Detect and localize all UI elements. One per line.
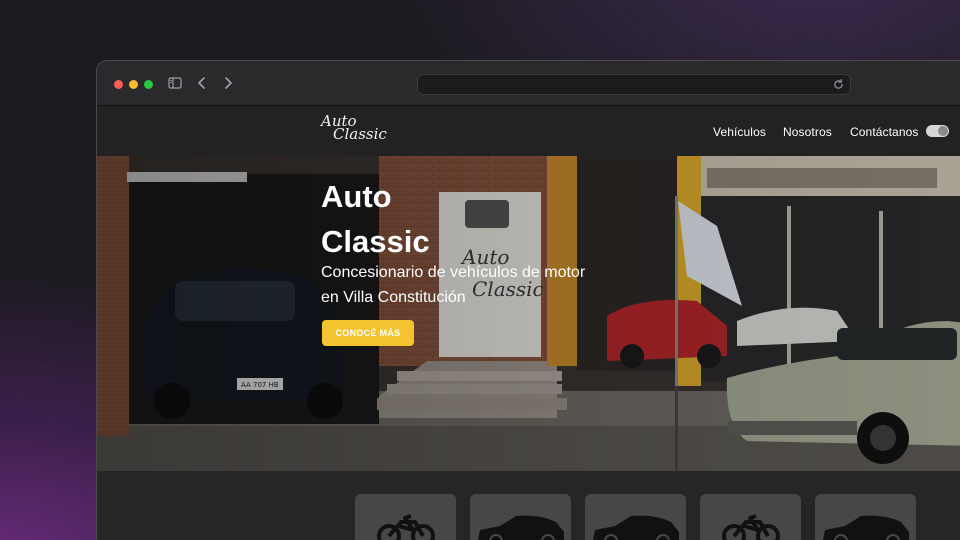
hatchback-car-icon (478, 515, 564, 540)
close-window-button[interactable] (114, 80, 123, 89)
hero-banner: Auto Classic Concesionario de vehículos … (97, 156, 960, 471)
conoce-mas-button[interactable]: CONOCÉ MÁS (322, 320, 414, 346)
toggle-switch-icon (938, 126, 948, 136)
motorcycle-icon (377, 514, 435, 540)
hero-title-line-2: Classic (321, 224, 430, 259)
web-page: Auto Classic Vehículos Nosotros Contácta… (97, 106, 960, 540)
hatchback-car-icon (823, 515, 909, 540)
category-card-motorcycle[interactable] (700, 494, 801, 540)
maximize-window-button[interactable] (144, 80, 153, 89)
hero-subtitle-line-2: en Villa Constitución (321, 289, 466, 306)
nav-link-vehiculos[interactable]: Vehículos (713, 125, 766, 139)
back-icon[interactable] (194, 75, 212, 93)
hero-title: Auto Classic (321, 174, 441, 264)
hero-subtitle-line-1: Concesionario de vehículos de motor (321, 264, 586, 281)
nav-link-contactanos[interactable]: Contáctanos (850, 125, 918, 139)
category-card-car[interactable] (585, 494, 686, 540)
hero-background-image: Auto Classic (97, 156, 960, 471)
site-navbar: Auto Classic Vehículos Nosotros Contácta… (97, 106, 960, 156)
address-bar[interactable] (417, 74, 851, 95)
browser-titlebar (97, 61, 960, 106)
category-card-car[interactable] (470, 494, 571, 540)
browser-window: Auto Classic Vehículos Nosotros Contácta… (96, 60, 960, 540)
category-card-motorcycle[interactable] (355, 494, 456, 540)
category-card-car[interactable] (815, 494, 916, 540)
motorcycle-icon (722, 514, 780, 540)
sidebar-icon[interactable] (167, 75, 185, 93)
minimize-window-button[interactable] (129, 80, 138, 89)
vehicle-category-list (97, 494, 960, 540)
forward-icon[interactable] (220, 75, 238, 93)
nav-link-nosotros[interactable]: Nosotros (783, 125, 832, 139)
reload-icon[interactable] (832, 78, 845, 91)
site-logo[interactable]: Auto Classic (321, 114, 391, 147)
hatchback-car-icon (593, 515, 679, 540)
theme-toggle[interactable] (926, 125, 949, 137)
hero-title-line-1: Auto (321, 179, 392, 214)
hero-subtitle: Concesionario de vehículos de motor en V… (321, 260, 611, 310)
